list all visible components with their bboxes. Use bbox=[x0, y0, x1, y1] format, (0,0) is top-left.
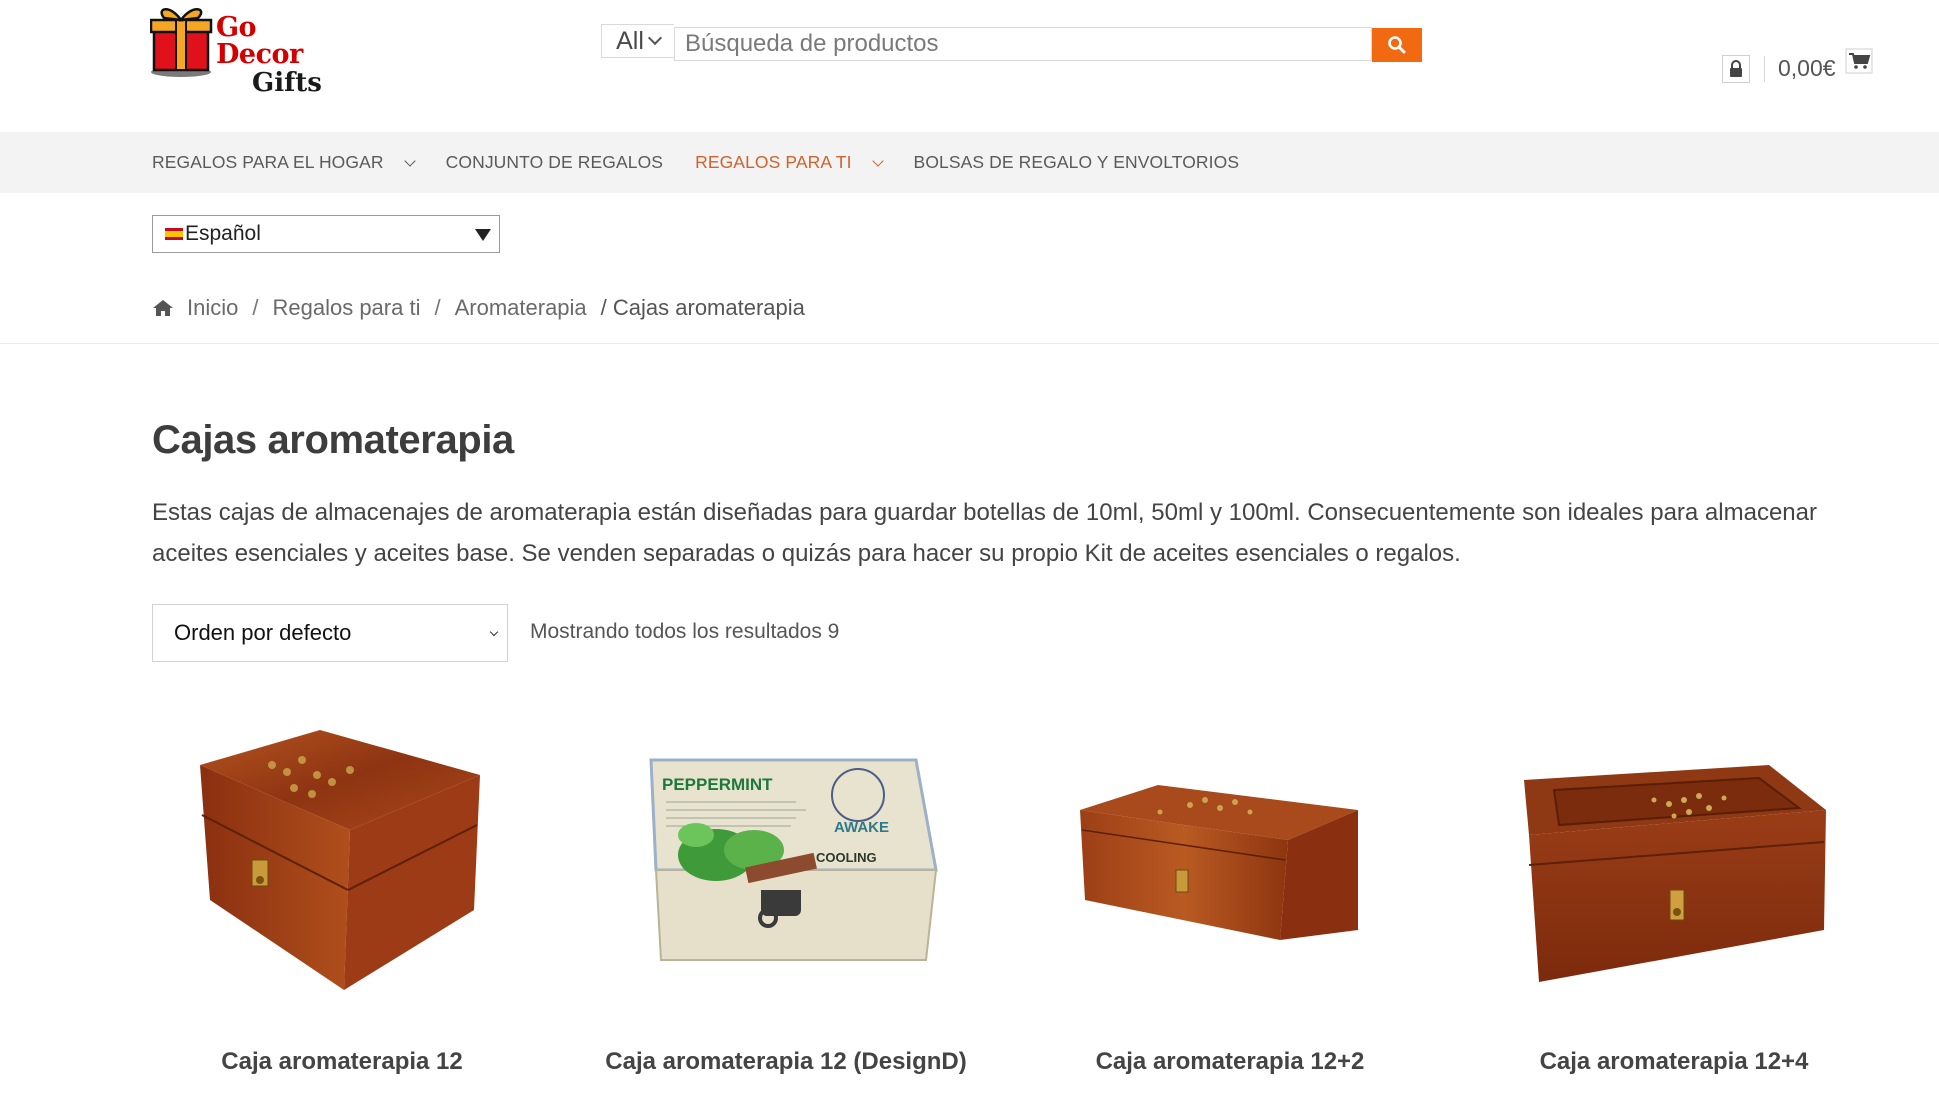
search-category-value: All bbox=[616, 26, 644, 55]
product-card[interactable]: Caja aromaterapia 12+2 bbox=[1040, 720, 1420, 1100]
language-select[interactable]: Español bbox=[152, 215, 500, 253]
logo-line-2: Gifts bbox=[252, 68, 322, 98]
result-count: Mostrando todos los resultados 9 bbox=[530, 620, 840, 643]
lock-icon bbox=[1730, 60, 1742, 77]
breadcrumb-current: / Cajas aromaterapia bbox=[600, 295, 805, 320]
nav-item-conjunto-regalos[interactable]: CONJUNTO DE REGALOS bbox=[446, 152, 663, 173]
search-icon bbox=[1388, 36, 1406, 54]
language-value: Español bbox=[185, 222, 261, 245]
header-divider bbox=[1764, 56, 1765, 82]
cooling-label: COOLING bbox=[816, 850, 877, 865]
breadcrumb-link-aromaterapia[interactable]: Aromaterapia bbox=[455, 295, 587, 321]
product-name[interactable]: Caja aromaterapia 12+4 bbox=[1484, 1048, 1864, 1076]
product-image[interactable] bbox=[152, 720, 532, 1010]
product-name[interactable]: Caja aromaterapia 12 (DesignD) bbox=[596, 1048, 976, 1076]
product-grid: Caja aromaterapia 12 PEPPERMINT AWAKE CO… bbox=[152, 720, 1872, 1100]
product-image[interactable] bbox=[1040, 720, 1420, 1010]
breadcrumb-separator: / bbox=[434, 295, 441, 320]
page-title: Cajas aromaterapia bbox=[152, 418, 514, 462]
search-category-select[interactable]: All bbox=[601, 24, 674, 58]
product-card[interactable]: Caja aromaterapia 12+4 bbox=[1484, 720, 1864, 1100]
product-image[interactable] bbox=[1484, 720, 1864, 1010]
logo-wordmark: Go Decor Gifts bbox=[216, 14, 350, 96]
cart-icon[interactable] bbox=[1845, 48, 1873, 74]
chevron-down-icon bbox=[647, 30, 662, 46]
nav-item-bolsas-regalo[interactable]: BOLSAS DE REGALO Y ENVOLTORIOS bbox=[914, 152, 1240, 173]
site-header: Go Decor Gifts All Búsqueda de productos… bbox=[0, 0, 1939, 132]
category-description: Estas cajas de almacenajes de aromaterap… bbox=[152, 499, 1817, 567]
nav-item-label: BOLSAS DE REGALO Y ENVOLTORIOS bbox=[913, 152, 1240, 172]
breadcrumb-link-regalos-para-ti[interactable]: Regalos para ti bbox=[272, 295, 420, 321]
product-search: All Búsqueda de productos bbox=[601, 24, 1422, 62]
spain-flag-icon bbox=[165, 228, 183, 240]
breadcrumb: Inicio / Regalos para ti / Aromaterapia … bbox=[152, 295, 805, 321]
search-button[interactable] bbox=[1372, 28, 1422, 62]
main-navigation: REGALOS PARA EL HOGAR CONJUNTO DE REGALO… bbox=[0, 132, 1939, 193]
account-button[interactable] bbox=[1722, 55, 1750, 83]
site-logo[interactable]: Go Decor Gifts bbox=[150, 2, 350, 96]
nav-item-regalos-hogar[interactable]: REGALOS PARA EL HOGAR bbox=[152, 152, 416, 173]
product-card[interactable]: Caja aromaterapia 12 bbox=[152, 720, 532, 1100]
chevron-down-icon bbox=[871, 154, 884, 167]
breadcrumb-divider bbox=[0, 343, 1939, 344]
nav-item-label: REGALOS PARA TI bbox=[695, 152, 852, 172]
triangle-down-icon bbox=[475, 229, 491, 241]
search-input[interactable]: Búsqueda de productos bbox=[674, 27, 1372, 61]
orderby-value: Orden por defecto bbox=[174, 620, 352, 645]
logo-line-1: Go Decor bbox=[216, 12, 303, 70]
nav-item-label: REGALOS PARA EL HOGAR bbox=[152, 152, 384, 172]
product-image[interactable]: PEPPERMINT AWAKE COOLING bbox=[596, 720, 976, 1010]
gift-box-logo-icon bbox=[150, 8, 213, 77]
awake-label: AWAKE bbox=[834, 819, 889, 836]
breadcrumb-separator: / bbox=[252, 295, 259, 320]
peppermint-label: PEPPERMINT bbox=[662, 775, 773, 794]
orderby-select[interactable]: Orden por defecto bbox=[152, 604, 508, 662]
breadcrumb-link-inicio[interactable]: Inicio bbox=[187, 295, 238, 321]
product-card[interactable]: PEPPERMINT AWAKE COOLING Caja aromaterap… bbox=[596, 720, 976, 1100]
nav-item-regalos-para-ti[interactable]: REGALOS PARA TI bbox=[695, 152, 884, 173]
chevron-down-icon bbox=[403, 154, 416, 167]
cart-total[interactable]: 0,00€ bbox=[1778, 55, 1836, 82]
home-icon[interactable] bbox=[152, 299, 174, 317]
product-name[interactable]: Caja aromaterapia 12+2 bbox=[1040, 1048, 1420, 1076]
chevron-down-icon bbox=[489, 627, 499, 637]
product-name[interactable]: Caja aromaterapia 12 bbox=[152, 1048, 532, 1076]
nav-item-label: CONJUNTO DE REGALOS bbox=[445, 152, 664, 172]
